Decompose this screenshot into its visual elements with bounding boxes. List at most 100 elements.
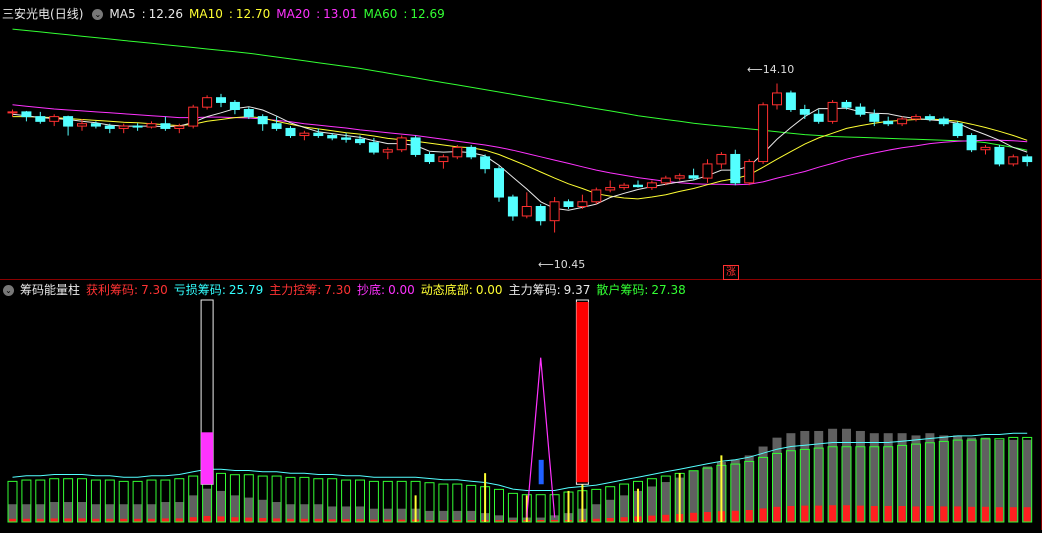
- ma60-line: [12, 28, 1028, 151]
- candle-body: [202, 97, 213, 108]
- indicator-pane-header: ⌄ 筹码能量柱 获利筹码: 7.30 亏损筹码: 25.79 主力控筹: 7.30 抄底: 0.0…: [0, 282, 698, 298]
- chip-red-base: [884, 506, 892, 522]
- candle-body: [827, 101, 838, 122]
- ma-legend-colon: :: [403, 7, 408, 21]
- chip-red-base: [787, 506, 795, 522]
- candle-body: [174, 125, 185, 129]
- candle-body: [216, 97, 226, 103]
- candle-body: [772, 92, 782, 106]
- candle-body: [799, 109, 810, 115]
- candle-body: [480, 156, 491, 170]
- candle-body: [619, 184, 630, 189]
- limit-up-badge: 涨: [723, 265, 739, 280]
- ma-legend-colon: :: [228, 7, 233, 21]
- ma-legend-item: MA10: [189, 7, 223, 21]
- candle-body: [1022, 156, 1033, 163]
- candle-body: [104, 125, 115, 129]
- candle-body: [438, 156, 449, 163]
- candle-body: [146, 123, 157, 128]
- candle-body: [494, 168, 504, 198]
- candle-body: [758, 104, 769, 163]
- candle-body: [285, 127, 296, 137]
- candle-body: [355, 138, 365, 144]
- candle-body: [299, 132, 310, 137]
- chip-red-base: [203, 516, 211, 522]
- ma-legend-value: 12.26: [148, 7, 183, 21]
- indicator-legend-value: 0.00: [388, 283, 415, 297]
- indicator-legend-colon: :: [221, 283, 226, 297]
- ma-legend-colon: :: [141, 7, 146, 21]
- indicator-name[interactable]: 筹码能量柱: [20, 283, 80, 297]
- indicator-legend: 获利筹码: 7.30 亏损筹码: 25.79 主力控筹: 7.30 抄底: 0.00 动态底部:…: [86, 283, 692, 297]
- candle-body: [646, 182, 657, 189]
- chip-red-base: [704, 512, 711, 522]
- chip-red-base: [245, 517, 253, 522]
- candle-body: [521, 206, 532, 217]
- chip-red-base: [64, 518, 72, 522]
- chip-red-base: [648, 515, 656, 522]
- chart-svg: [7, 28, 1033, 523]
- candle-body: [813, 113, 824, 122]
- chip-red-base: [982, 506, 989, 522]
- candle-body: [257, 116, 268, 125]
- chip-red-base: [606, 518, 614, 522]
- candle-body: [49, 116, 60, 122]
- chip-red-base: [926, 506, 934, 522]
- chip-big-fill: [201, 432, 214, 485]
- candle-body: [660, 177, 671, 184]
- chip-red-base: [50, 518, 58, 522]
- candle-body: [452, 146, 463, 158]
- candle-body: [313, 132, 324, 137]
- chip-big-fill: [576, 302, 589, 483]
- chip-red-base: [620, 517, 628, 522]
- ma5-line: [12, 106, 1028, 211]
- indicator-legend-value: 0.00: [475, 283, 503, 297]
- indicator-legend-value: 7.30: [324, 283, 351, 297]
- collapse-icon[interactable]: ⌄: [92, 9, 104, 20]
- ma-legend-value: 13.01: [323, 7, 358, 21]
- candle-body: [966, 135, 977, 151]
- stock-name[interactable]: 三安光电: [2, 7, 50, 21]
- candle-body: [633, 184, 643, 188]
- candle-body: [549, 201, 560, 222]
- candle-body: [563, 201, 574, 207]
- chip-red-base: [898, 506, 906, 522]
- indicator-legend-item: 主力筹码: [508, 283, 557, 297]
- candle-body: [591, 189, 602, 203]
- magenta-peak-line: [526, 357, 556, 518]
- ma-legend-colon: :: [316, 7, 321, 21]
- candle-body: [368, 142, 379, 153]
- collapse-icon[interactable]: ⌄: [3, 285, 14, 296]
- indicator-legend-colon: :: [556, 283, 561, 297]
- price-pane-header: 三安光电(日线) ⌄ MA5:12.26 MA10:12.70 MA20:13.01 MA…: [2, 6, 457, 22]
- candle-body: [327, 135, 338, 139]
- ma-legend-value: 12.69: [410, 7, 445, 21]
- candle-body: [883, 120, 894, 125]
- chip-red-base: [968, 506, 976, 522]
- chip-red-base: [189, 517, 197, 522]
- candle-body: [674, 175, 685, 179]
- candle-body: [952, 123, 963, 137]
- candle-body: [785, 92, 796, 111]
- chip-red-base: [870, 506, 878, 522]
- candle-body: [702, 163, 713, 179]
- chip-red-base: [912, 506, 920, 522]
- candle-body: [160, 123, 171, 129]
- indicator-legend-colon: :: [644, 283, 649, 297]
- chip-red-base: [78, 518, 86, 522]
- candle-body: [869, 113, 880, 122]
- chip-red-base: [1009, 507, 1017, 522]
- indicator-legend-value: 9.37: [563, 283, 591, 297]
- indicator-legend-item: 亏损筹码: [173, 283, 222, 297]
- indicator-legend-colon: :: [134, 283, 139, 297]
- chip-red-base: [954, 506, 962, 522]
- candle-body: [21, 111, 32, 118]
- candle-body: [911, 116, 921, 120]
- candle-body: [396, 137, 407, 151]
- ma-legend-item: MA5: [109, 7, 136, 21]
- candle-body: [63, 116, 74, 127]
- candle-body: [688, 175, 699, 179]
- chip-red-base: [1023, 507, 1031, 522]
- candle-body: [980, 146, 991, 151]
- chip-red-base: [161, 518, 169, 522]
